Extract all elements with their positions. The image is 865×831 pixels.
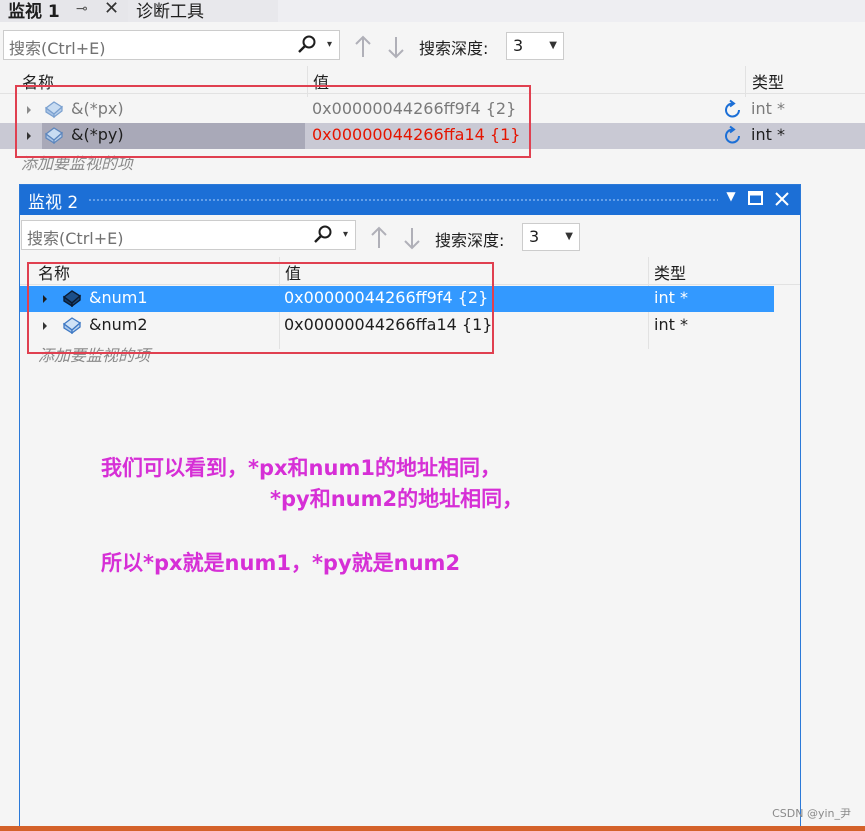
tab-watch1[interactable]: 监视 1 ⊸ ✕	[0, 0, 128, 22]
watch1-col-type[interactable]: 类型	[752, 69, 784, 93]
annotation-line-3: 所以*px就是num1，*py就是num2	[101, 551, 461, 575]
annotation-line-1: 我们可以看到，*px和num1的地址相同，	[101, 456, 501, 480]
annotation-line-2: *py和num2的地址相同，	[270, 487, 524, 511]
watch1-depth-label: 搜索深度:	[419, 39, 489, 58]
tab-watch1-label: 监视 1	[8, 2, 60, 22]
close-icon[interactable]: ✕	[104, 0, 122, 19]
refresh-icon[interactable]	[722, 99, 744, 121]
watch2-title: 监视 2	[28, 193, 79, 213]
watch1-tab-strip: 监视 1 ⊸ ✕ 诊断工具	[0, 0, 865, 22]
pin-icon[interactable]: ⊸	[76, 1, 92, 19]
tab-diagnostic-tools[interactable]: 诊断工具	[128, 0, 278, 22]
search-previous-arrow-up-icon[interactable]	[369, 225, 389, 251]
search-options-chevron-down-icon[interactable]: ▾	[327, 39, 337, 50]
maximize-icon[interactable]	[746, 188, 766, 210]
close-icon[interactable]	[772, 188, 792, 210]
highlight-box	[15, 85, 531, 158]
chevron-down-icon: ▼	[565, 231, 573, 242]
search-icon[interactable]	[312, 224, 334, 246]
watch2-depth-label: 搜索深度:	[435, 231, 505, 250]
refresh-icon[interactable]	[722, 125, 744, 147]
watch1-depth-value: 3	[513, 36, 524, 55]
watch2-title-bar[interactable]: 监视 2 ▼	[20, 185, 800, 215]
watermark: CSDN @yin_尹	[772, 807, 851, 820]
search-next-arrow-down-icon[interactable]	[386, 34, 406, 60]
watch1-search-input[interactable]: 搜索(Ctrl+E) ▾	[3, 30, 340, 60]
watch2-depth-select[interactable]: 3 ▼	[522, 223, 580, 251]
highlight-box	[27, 262, 494, 354]
watch1-row-type: int *	[751, 99, 785, 118]
search-options-chevron-down-icon[interactable]: ▾	[343, 229, 353, 240]
chevron-down-icon: ▼	[549, 40, 557, 51]
search-next-arrow-down-icon[interactable]	[402, 225, 422, 251]
tab-diagnostic-tools-label: 诊断工具	[136, 2, 204, 22]
watch2-row-type: int *	[654, 315, 688, 334]
watch1-search-placeholder: 搜索(Ctrl+E)	[9, 39, 106, 58]
watch2-col-type[interactable]: 类型	[654, 260, 686, 284]
watch1-toolbar: 搜索(Ctrl+E) ▾ 搜索深度: 3 ▼	[0, 22, 865, 66]
watch2-search-placeholder: 搜索(Ctrl+E)	[27, 229, 124, 248]
watch2-search-input[interactable]: 搜索(Ctrl+E) ▾	[21, 220, 356, 250]
watch2-depth-value: 3	[529, 227, 540, 246]
window-menu-chevron-down-icon[interactable]: ▼	[721, 189, 741, 211]
watch1-row-type: int *	[751, 125, 785, 144]
watch2-window: 监视 2 ▼ 搜索(Ctrl+E) ▾ 搜索深度: 3 ▼ 名称 值 类型 &n…	[19, 184, 801, 831]
watch1-depth-select[interactable]: 3 ▼	[506, 32, 564, 60]
status-bar-strip	[0, 826, 865, 831]
drag-grip[interactable]	[88, 198, 718, 203]
search-icon[interactable]	[296, 34, 318, 56]
search-previous-arrow-up-icon[interactable]	[353, 34, 373, 60]
watch2-row-type: int *	[654, 288, 688, 307]
